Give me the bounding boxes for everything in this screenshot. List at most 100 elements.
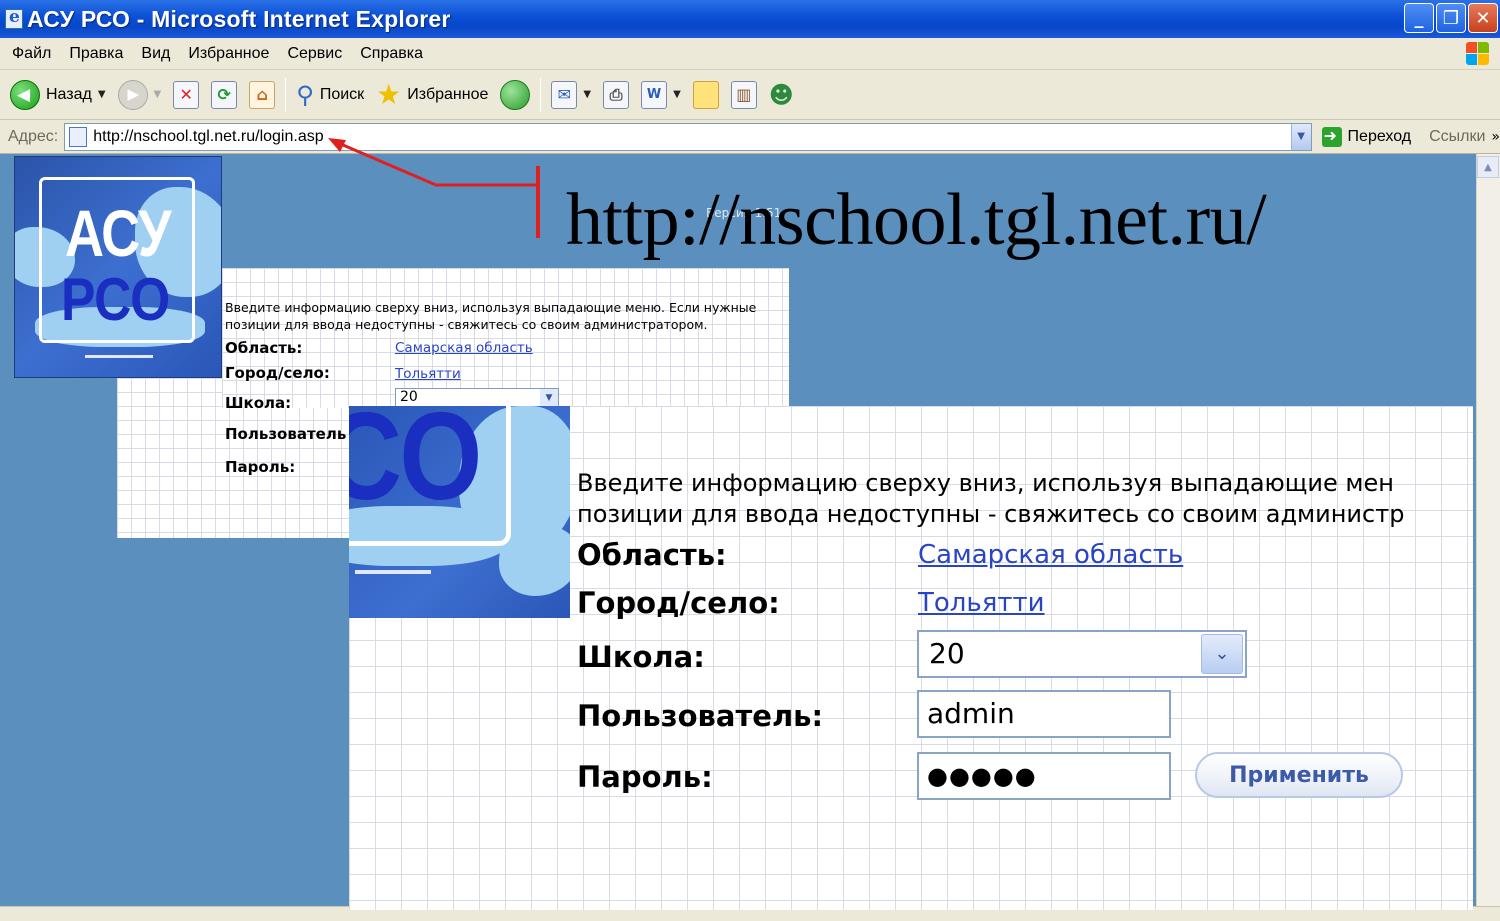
back-label: Назад bbox=[46, 85, 92, 103]
chevron-down-icon[interactable]: ▼ bbox=[583, 89, 591, 100]
search-button[interactable]: ⚲ Поиск bbox=[290, 75, 370, 115]
history-icon bbox=[500, 79, 531, 110]
region-label: Область: bbox=[225, 339, 303, 357]
home-button[interactable]: ⌂ bbox=[243, 75, 281, 115]
ie-icon bbox=[5, 7, 23, 29]
research-icon: ▥ bbox=[730, 80, 757, 109]
refresh-button[interactable]: ⟳ bbox=[205, 75, 243, 115]
favorites-label: Избранное bbox=[407, 85, 489, 103]
city-label-zoomed: Город/село: bbox=[577, 586, 780, 620]
region-link-zoomed[interactable]: Самарская область bbox=[918, 540, 1183, 570]
menu-view[interactable]: Вид bbox=[132, 45, 179, 63]
school-select[interactable]: 20 ▼ bbox=[395, 388, 559, 408]
logo-text-top: АСУ bbox=[65, 196, 171, 270]
menu-tools[interactable]: Сервис bbox=[278, 45, 351, 63]
chevron-down-icon[interactable]: ▼ bbox=[540, 389, 558, 407]
word-icon: W bbox=[641, 80, 668, 109]
edit-button[interactable]: W ▼ bbox=[635, 75, 687, 115]
region-link[interactable]: Самарская область bbox=[395, 340, 533, 356]
title-bar: АСУ РСО - Microsoft Internet Explorer _ … bbox=[0, 0, 1500, 38]
school-label-zoomed: Школа: bbox=[577, 640, 705, 674]
city-label: Город/село: bbox=[225, 364, 330, 382]
school-select-zoomed[interactable]: 20 ⌄ bbox=[917, 630, 1247, 678]
school-label: Школа: bbox=[225, 394, 292, 412]
menu-file[interactable]: Файл bbox=[0, 45, 60, 63]
password-input[interactable]: ●●●●● bbox=[917, 752, 1171, 800]
annotation-url: http://nschool.tgl.net.ru/ bbox=[566, 179, 1267, 261]
city-link[interactable]: Тольятти bbox=[395, 366, 461, 382]
user-input[interactable]: admin bbox=[917, 690, 1171, 738]
user-label: Пользователь bbox=[225, 425, 347, 443]
go-button[interactable]: Переход bbox=[1321, 126, 1412, 147]
form-grid bbox=[222, 268, 789, 408]
annotation-arrow bbox=[328, 138, 540, 238]
password-label: Пароль: bbox=[225, 458, 296, 476]
chevron-down-icon[interactable]: ▼ bbox=[1290, 123, 1311, 150]
vertical-scrollbar[interactable]: ▲ bbox=[1476, 154, 1500, 906]
scroll-up-icon[interactable]: ▲ bbox=[1477, 156, 1499, 178]
messenger-icon: ☻ bbox=[768, 80, 794, 109]
intro-line-2: позиции для ввода недоступны - свяжитесь… bbox=[225, 317, 708, 332]
chevron-right-icon[interactable]: » bbox=[1491, 129, 1500, 145]
address-input[interactable]: http://nschool.tgl.net.ru/login.asp ▼ bbox=[64, 122, 1312, 151]
school-select-value: 20 bbox=[929, 637, 965, 670]
messenger-button[interactable]: ☻ bbox=[763, 75, 800, 115]
favorites-button[interactable]: ★ Избранное bbox=[370, 75, 494, 115]
region-label-zoomed: Область: bbox=[577, 538, 727, 572]
address-label: Адрес: bbox=[8, 127, 59, 145]
stop-button[interactable]: ✕ bbox=[167, 75, 205, 115]
forward-button[interactable]: ▼ bbox=[112, 75, 168, 115]
minimize-button[interactable]: _ bbox=[1404, 3, 1434, 33]
notes-button[interactable] bbox=[687, 75, 725, 115]
history-button[interactable] bbox=[494, 75, 536, 115]
go-label: Переход bbox=[1347, 127, 1412, 145]
menu-help[interactable]: Справка bbox=[351, 45, 432, 63]
menu-edit[interactable]: Правка bbox=[60, 45, 132, 63]
toolbar-separator bbox=[285, 77, 287, 112]
forward-arrow-icon bbox=[117, 79, 148, 110]
search-label: Поиск bbox=[319, 85, 365, 103]
printer-icon: ⎙ bbox=[603, 80, 630, 109]
toolbar: Назад ▼ ▼ ✕ ⟳ ⌂ ⚲ Поиск ★ Избранное ✉ ▼ … bbox=[0, 70, 1500, 120]
mail-button[interactable]: ✉ ▼ bbox=[545, 75, 597, 115]
menu-favorites[interactable]: Избранное bbox=[179, 45, 278, 63]
note-icon bbox=[692, 80, 719, 109]
research-button[interactable]: ▥ bbox=[725, 75, 763, 115]
close-button[interactable]: ✕ bbox=[1468, 3, 1498, 33]
search-icon: ⚲ bbox=[296, 80, 314, 109]
user-label-zoomed: Пользователь: bbox=[577, 699, 824, 733]
chevron-down-icon[interactable]: ▼ bbox=[673, 89, 681, 100]
menu-bar: Файл Правка Вид Избранное Сервис Справка bbox=[0, 38, 1500, 70]
mail-icon: ✉ bbox=[551, 80, 578, 109]
address-bar: Адрес: http://nschool.tgl.net.ru/login.a… bbox=[0, 120, 1500, 154]
zoom-intro-line-2: позиции для ввода недоступны - свяжитесь… bbox=[577, 500, 1405, 528]
toolbar-separator bbox=[540, 77, 542, 112]
go-arrow-icon bbox=[1321, 126, 1342, 147]
back-button[interactable]: Назад ▼ bbox=[0, 75, 112, 115]
refresh-icon: ⟳ bbox=[211, 80, 238, 109]
windows-logo-icon bbox=[1466, 42, 1490, 66]
logo-text-bottom: РСО bbox=[61, 266, 171, 333]
links-button[interactable]: Ссылки bbox=[1429, 128, 1485, 146]
school-select-value: 20 bbox=[400, 389, 418, 405]
asu-rso-logo: АСУ РСО bbox=[14, 156, 222, 378]
asu-rso-logo-zoomed: СО bbox=[349, 406, 570, 618]
intro-line-1: Введите информацию сверху вниз, использу… bbox=[225, 300, 757, 315]
zoomed-login-form: СО Введите информацию сверху вниз, испол… bbox=[349, 406, 1473, 910]
chevron-down-icon[interactable]: ⌄ bbox=[1201, 634, 1243, 674]
city-link-zoomed[interactable]: Тольятти bbox=[918, 588, 1045, 618]
chevron-down-icon[interactable]: ▼ bbox=[98, 89, 106, 100]
zoom-intro-line-1: Введите информацию сверху вниз, использу… bbox=[577, 469, 1394, 497]
submit-button[interactable]: Применить bbox=[1195, 752, 1403, 798]
star-icon: ★ bbox=[376, 78, 402, 111]
stop-icon: ✕ bbox=[173, 80, 200, 109]
home-icon: ⌂ bbox=[249, 80, 276, 109]
print-button[interactable]: ⎙ bbox=[597, 75, 635, 115]
logo-text-zoomed: СО bbox=[349, 406, 483, 526]
password-label-zoomed: Пароль: bbox=[577, 760, 713, 794]
window-controls: _ ❐ ✕ bbox=[1404, 3, 1498, 33]
maximize-button[interactable]: ❐ bbox=[1436, 3, 1466, 33]
page-icon bbox=[69, 126, 88, 147]
chevron-down-icon[interactable]: ▼ bbox=[154, 89, 162, 100]
address-url: http://nschool.tgl.net.ru/login.asp bbox=[93, 127, 324, 145]
